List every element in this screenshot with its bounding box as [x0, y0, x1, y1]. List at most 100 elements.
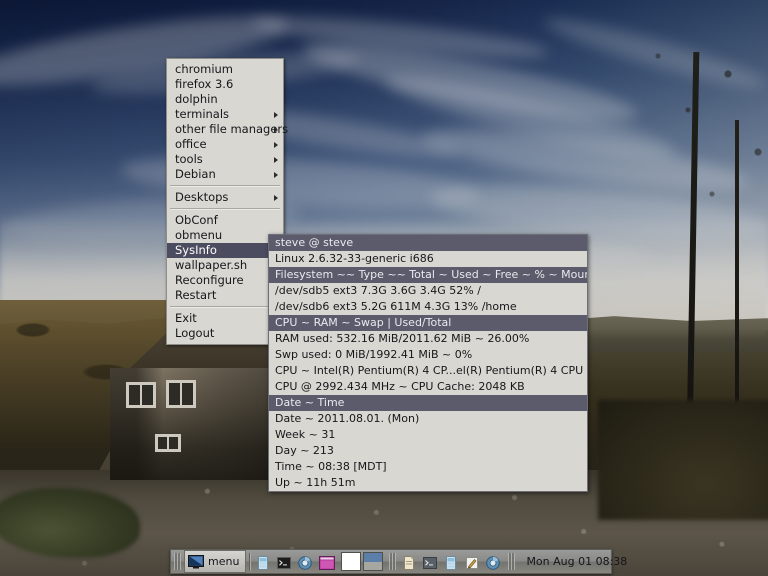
chromium-icon[interactable] — [298, 555, 314, 570]
menu-item-label: tools — [175, 152, 203, 166]
sysinfo-row-text: RAM used: 532.16 MiB/2011.62 MiB ~ 26.00… — [275, 332, 530, 345]
document-icon[interactable] — [402, 555, 418, 570]
file-manager-icon[interactable] — [256, 555, 272, 570]
menu-item-firefox-3-6[interactable]: firefox 3.6 — [167, 77, 283, 92]
drag-handle[interactable] — [389, 553, 397, 570]
launcher-group-left[interactable] — [253, 555, 338, 570]
sysinfo-row: /dev/sdb6 ext3 5.2G 611M 4.3G 13% /home — [269, 299, 587, 315]
chevron-right-icon — [274, 156, 278, 163]
menu-separator — [170, 208, 280, 210]
launcher-group-right[interactable] — [399, 555, 505, 570]
openbox-root-menu[interactable]: chromium firefox 3.6 dolphin terminals other… — [166, 58, 288, 345]
sysinfo-row: Day ~ 213 — [269, 443, 587, 459]
menu-item-other-file-managers[interactable]: other file managers — [167, 122, 288, 137]
menu-item-reconfigure[interactable]: Reconfigure — [167, 273, 283, 288]
sysinfo-row-text: /dev/sdb6 ext3 5.2G 611M 4.3G 13% /home — [275, 300, 517, 313]
drag-handle[interactable] — [174, 553, 181, 570]
clock[interactable]: Mon Aug 01 08:38 — [518, 555, 635, 568]
menu-item-debian[interactable]: Debian — [167, 167, 283, 182]
menu-item-label: terminals — [175, 107, 230, 121]
menu-item-logout[interactable]: Logout — [167, 326, 283, 341]
menu-item-obconf[interactable]: ObConf — [167, 213, 283, 228]
menu-separator — [170, 306, 280, 308]
sysinfo-row: /dev/sdb5 ext3 7.3G 3.6G 3.4G 52% / — [269, 283, 587, 299]
chevron-right-icon — [274, 171, 278, 178]
monitor-icon — [188, 554, 204, 569]
chevron-right-icon — [274, 141, 278, 148]
sysinfo-row-text: CPU @ 2992.434 MHz ~ CPU Cache: 2048 KB — [275, 380, 525, 393]
sysinfo-row-text: Swp used: 0 MiB/1992.41 MiB ~ 0% — [275, 348, 473, 361]
chromium-icon[interactable] — [486, 555, 502, 570]
terminal-icon[interactable] — [277, 555, 293, 569]
sysinfo-row-text: Week ~ 31 — [275, 428, 336, 441]
sysinfo-row: RAM used: 532.16 MiB/2011.62 MiB ~ 26.00… — [269, 331, 587, 347]
sysinfo-row-text: Filesystem ~~ Type ~~ Total ~ Used ~ Fre… — [275, 268, 587, 281]
menu-button[interactable]: menu — [184, 550, 247, 573]
menu-item-label: ObConf — [175, 213, 218, 227]
window-icon[interactable] — [319, 555, 336, 570]
menu-item-label: chromium — [175, 62, 234, 76]
taskbar[interactable]: menu Mon Aug 01 08:38 — [170, 549, 627, 574]
menu-item-label: SysInfo — [175, 243, 217, 257]
menu-item-dolphin[interactable]: dolphin — [167, 92, 283, 107]
sysinfo-row-text: steve @ steve — [275, 236, 354, 249]
menu-item-sysinfo[interactable]: SysInfo — [167, 243, 283, 258]
menu-item-chromium[interactable]: chromium — [167, 62, 283, 77]
sysinfo-section-header: Filesystem ~~ Type ~~ Total ~ Used ~ Fre… — [269, 267, 587, 283]
menu-item-terminals[interactable]: terminals — [167, 107, 283, 122]
menu-button-label: menu — [208, 555, 240, 568]
sysinfo-row-text: /dev/sdb5 ext3 7.3G 3.6G 3.4G 52% / — [275, 284, 481, 297]
menu-item-label: office — [175, 137, 207, 151]
sysinfo-row: CPU @ 2992.434 MHz ~ CPU Cache: 2048 KB — [269, 379, 587, 395]
sysinfo-row: Swp used: 0 MiB/1992.41 MiB ~ 0% — [269, 347, 587, 363]
terminal-icon[interactable] — [423, 555, 439, 569]
menu-item-label: dolphin — [175, 92, 218, 106]
sysinfo-row: Time ~ 08:38 [MDT] — [269, 459, 587, 475]
menu-item-wallpaper-sh[interactable]: wallpaper.sh — [167, 258, 283, 273]
sysinfo-row: CPU ~ Intel(R) Pentium(R) 4 CP...el(R) P… — [269, 363, 587, 379]
sysinfo-row: Linux 2.6.32-33-generic i686 — [269, 251, 587, 267]
sysinfo-submenu-panel[interactable]: steve @ steve Linux 2.6.32-33-generic i68… — [268, 234, 588, 492]
house-window — [155, 434, 181, 452]
menu-item-office[interactable]: office — [167, 137, 283, 152]
menu-item-label: firefox 3.6 — [175, 77, 234, 91]
menu-item-label: Debian — [175, 167, 216, 181]
sysinfo-section-header: steve @ steve — [269, 235, 587, 251]
sysinfo-row: Week ~ 31 — [269, 427, 587, 443]
separator — [249, 552, 251, 571]
menu-item-tools[interactable]: tools — [167, 152, 283, 167]
menu-item-label: Desktops — [175, 190, 229, 204]
menu-item-label: wallpaper.sh — [175, 258, 248, 272]
drag-handle[interactable] — [508, 553, 516, 570]
sysinfo-row: Up ~ 11h 51m — [269, 475, 587, 491]
sysinfo-row-text: Date ~ 2011.08.01. (Mon) — [275, 412, 420, 425]
sysinfo-row-text: Date ~ Time — [275, 396, 345, 409]
foreground-shrub — [598, 400, 768, 520]
chevron-right-icon — [274, 126, 278, 133]
menu-separator — [170, 185, 280, 187]
house-window — [166, 380, 196, 408]
menu-item-obmenu[interactable]: obmenu — [167, 228, 283, 243]
menu-item-desktops[interactable]: Desktops — [167, 190, 283, 205]
sysinfo-row-text: CPU ~ RAM ~ Swap | Used/Total — [275, 316, 452, 329]
pager-desktop-2[interactable] — [363, 552, 384, 571]
menu-item-label: Logout — [175, 326, 215, 340]
menu-item-restart[interactable]: Restart — [167, 288, 283, 303]
sysinfo-section-header: CPU ~ RAM ~ Swap | Used/Total — [269, 315, 587, 331]
desktop-pager[interactable] — [338, 552, 386, 571]
menu-item-exit[interactable]: Exit — [167, 311, 283, 326]
text-editor-icon[interactable] — [465, 555, 481, 569]
menu-item-label: obmenu — [175, 228, 223, 242]
menu-item-label: Exit — [175, 311, 197, 325]
menu-item-label: Reconfigure — [175, 273, 244, 287]
file-manager-icon[interactable] — [444, 555, 460, 570]
sysinfo-row-text: CPU ~ Intel(R) Pentium(R) 4 CP...el(R) P… — [275, 364, 587, 377]
sysinfo-row-text: Day ~ 213 — [275, 444, 334, 457]
chevron-right-icon — [274, 194, 278, 201]
sysinfo-section-header: Date ~ Time — [269, 395, 587, 411]
house-window — [126, 382, 156, 408]
sysinfo-row-text: Linux 2.6.32-33-generic i686 — [275, 252, 434, 265]
pager-desktop-1[interactable] — [341, 552, 362, 571]
sysinfo-row: Date ~ 2011.08.01. (Mon) — [269, 411, 587, 427]
chevron-right-icon — [274, 111, 278, 118]
